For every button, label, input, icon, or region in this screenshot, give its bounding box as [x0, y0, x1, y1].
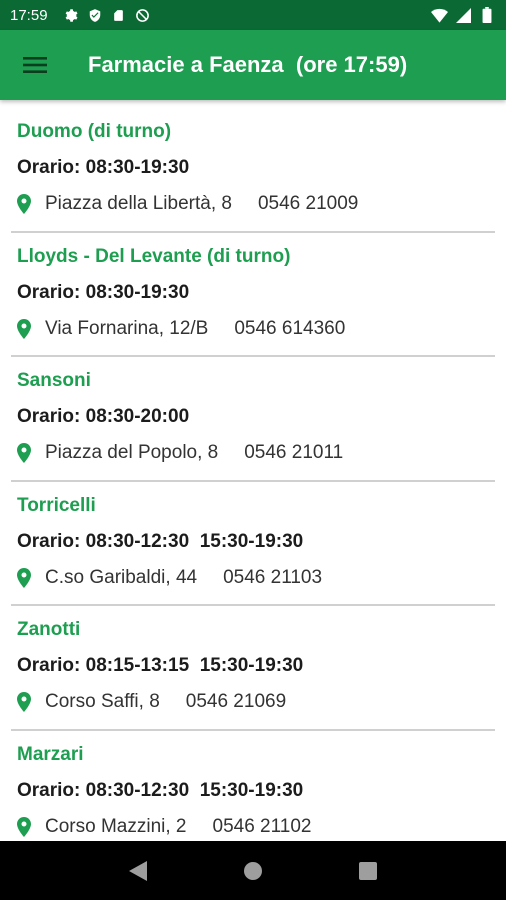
pharmacy-phone[interactable]: 0546 21103 [223, 567, 322, 589]
pharmacy-hours: Orario: 08:30-12:30 15:30-19:30 [17, 779, 304, 801]
sd-card-icon [110, 6, 128, 24]
pharmacy-name: Torricelli [17, 494, 96, 516]
pharmacy-address[interactable]: Piazza del Popolo, 8 [45, 442, 218, 464]
pharmacy-list[interactable]: Duomo (di turno) Orario: 08:30-19:30 Pia… [11, 108, 495, 841]
pharmacy-item[interactable]: Lloyds - Del Levante (di turno) Orario: … [11, 233, 495, 357]
pharmacy-name: Sansoni [17, 370, 91, 391]
pharmacy-phone[interactable]: 0546 21102 [213, 816, 312, 838]
signal-icon [454, 6, 472, 24]
pharmacy-phone[interactable]: 0546 21009 [258, 193, 358, 215]
location-pin-icon [17, 318, 33, 340]
pharmacy-item[interactable]: Zanotti Orario: 08:15-13:15 15:30-19:30 … [11, 606, 495, 731]
pharmacy-phone[interactable]: 0546 614360 [234, 318, 345, 340]
location-pin-icon [17, 193, 33, 215]
pharmacy-item[interactable]: Torricelli Orario: 08:30-12:30 15:30-19:… [11, 482, 495, 606]
battery-icon [478, 6, 496, 24]
status-time: 17:59 [10, 6, 48, 24]
home-icon[interactable] [233, 851, 273, 891]
pharmacy-address[interactable]: Piazza della Libertà, 8 [45, 193, 232, 215]
pharmacy-hours: Orario: 08:30-19:30 [17, 157, 190, 178]
pharmacy-name: Marzari [17, 743, 84, 765]
pharmacy-address[interactable]: Corso Mazzini, 2 [45, 816, 187, 838]
location-pin-icon [17, 816, 33, 838]
location-pin-icon [17, 691, 33, 713]
pharmacy-address[interactable]: Via Fornarina, 12/B [45, 318, 208, 340]
pharmacy-name: Zanotti [17, 619, 81, 640]
location-pin-icon [17, 442, 33, 464]
page-title: Farmacie a Faenza (ore 17:59) [88, 52, 408, 77]
pharmacy-item[interactable]: Sansoni Orario: 08:30-20:00 Piazza del P… [11, 357, 495, 482]
pharmacy-address[interactable]: C.so Garibaldi, 44 [45, 567, 197, 589]
gear-icon [62, 6, 80, 24]
pharmacy-hours: Orario: 08:30-12:30 15:30-19:30 [17, 530, 304, 552]
pharmacy-name: Lloyds - Del Levante (di turno) [17, 245, 291, 267]
pharmacy-address[interactable]: Corso Saffi, 8 [45, 691, 160, 713]
hamburger-menu-icon[interactable] [0, 30, 70, 100]
pharmacy-phone[interactable]: 0546 21011 [244, 442, 343, 464]
location-pin-icon [17, 567, 33, 589]
navigation-bar [0, 841, 506, 900]
back-icon[interactable] [118, 851, 158, 891]
status-bar: 17:59 [0, 0, 506, 30]
pharmacy-name: Duomo (di turno) [17, 121, 172, 142]
wifi-icon [430, 6, 448, 24]
shield-icon [86, 6, 104, 24]
pharmacy-hours: Orario: 08:30-20:00 [17, 406, 190, 427]
no-disturb-icon [134, 6, 152, 24]
recents-icon[interactable] [348, 851, 388, 891]
pharmacy-hours: Orario: 08:15-13:15 15:30-19:30 [17, 655, 304, 676]
pharmacy-phone[interactable]: 0546 21069 [186, 691, 286, 713]
pharmacy-hours: Orario: 08:30-19:30 [17, 281, 190, 303]
pharmacy-item[interactable]: Marzari Orario: 08:30-12:30 15:30-19:30 … [11, 731, 495, 842]
app-bar: Farmacie a Faenza (ore 17:59) [0, 30, 506, 100]
pharmacy-item[interactable]: Duomo (di turno) Orario: 08:30-19:30 Pia… [11, 108, 495, 233]
